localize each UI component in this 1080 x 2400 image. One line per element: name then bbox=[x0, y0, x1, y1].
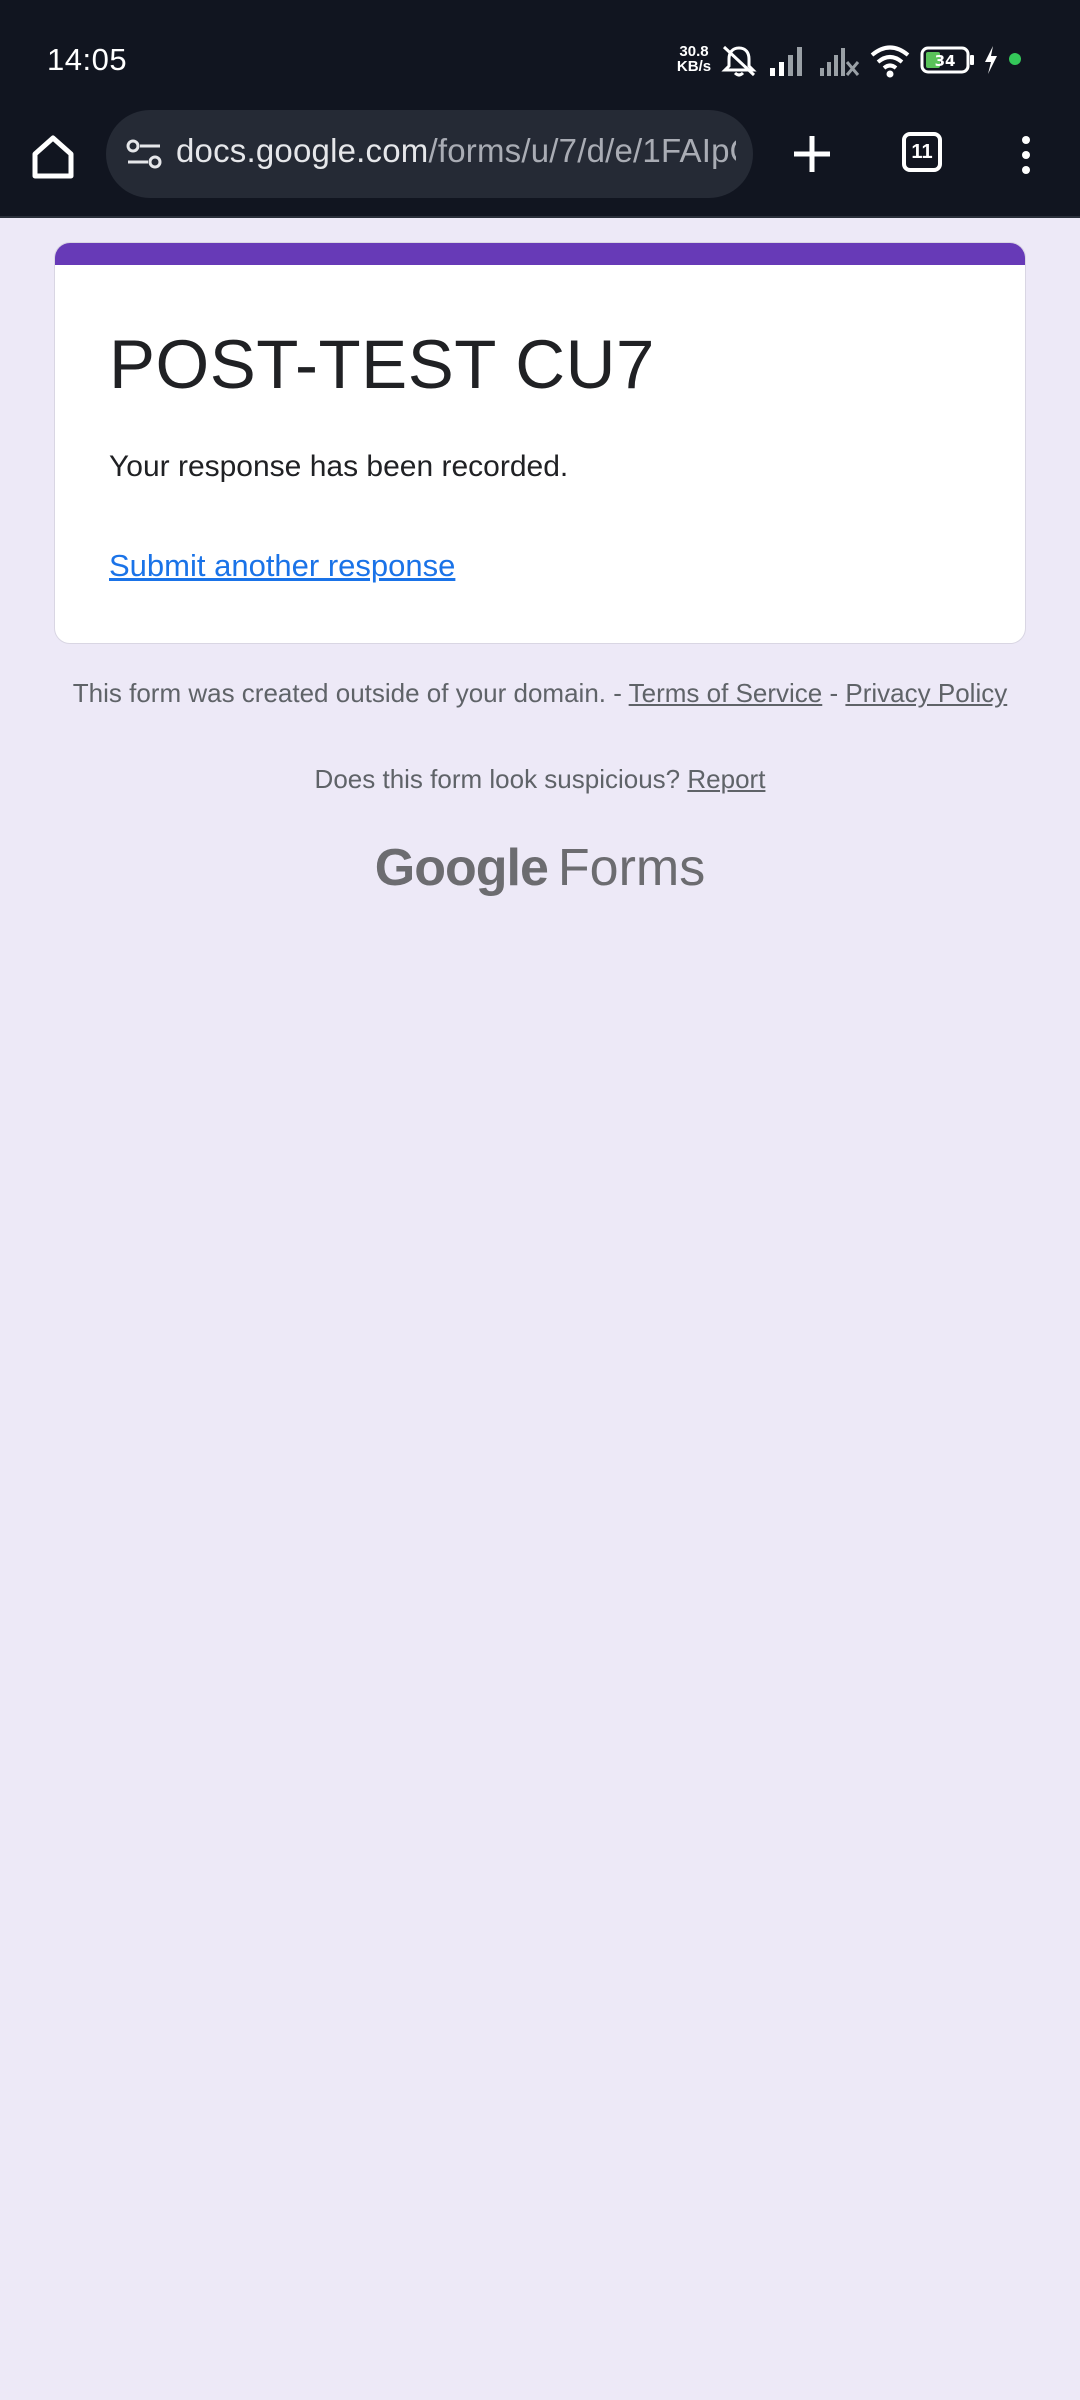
brand-forms: Forms bbox=[557, 839, 706, 897]
wifi-icon bbox=[870, 45, 910, 78]
url-path: /forms/u/7/d/e/1FAIpQLS bbox=[428, 132, 736, 169]
signal-no-sim-icon bbox=[820, 48, 860, 76]
domain-notice-text: This form was created outside of your do… bbox=[72, 678, 622, 708]
confirmation-message: Your response has been recorded. bbox=[109, 450, 569, 483]
more-vert-icon[interactable] bbox=[1014, 134, 1038, 176]
address-bar[interactable]: docs.google.com/forms/u/7/d/e/1FAIpQLS bbox=[106, 110, 753, 198]
url-text[interactable]: docs.google.com/forms/u/7/d/e/1FAIpQLS bbox=[176, 132, 736, 170]
url-host: docs.google.com bbox=[176, 132, 429, 169]
status-time: 14:05 bbox=[47, 42, 128, 77]
home-icon[interactable] bbox=[28, 132, 78, 182]
tabs-icon[interactable]: 11 bbox=[902, 132, 942, 172]
report-link[interactable]: Report bbox=[687, 764, 765, 794]
card-accent-bar bbox=[55, 243, 1025, 265]
domain-notice: This form was created outside of your do… bbox=[54, 678, 1026, 709]
google-forms-logo: Google Forms bbox=[0, 838, 1080, 898]
mute-icon bbox=[721, 45, 757, 77]
suspicious-text: Does this form look suspicious? bbox=[314, 764, 681, 794]
plus-icon[interactable] bbox=[788, 130, 836, 178]
suspicious-notice: Does this form look suspicious? Report bbox=[54, 764, 1026, 795]
battery-icon: 34 bbox=[920, 46, 974, 74]
confirmation-card: POST-TEST CU7 Your response has been rec… bbox=[54, 242, 1026, 644]
battery-level: 34 bbox=[935, 52, 956, 70]
footer-separator: - bbox=[829, 678, 839, 708]
submit-another-response-link[interactable]: Submit another response bbox=[109, 548, 455, 584]
charging-icon bbox=[985, 46, 997, 74]
browser-toolbar: docs.google.com/forms/u/7/d/e/1FAIpQLS 1… bbox=[0, 110, 1080, 218]
network-speed: 30.8 KB/s bbox=[670, 44, 718, 74]
form-title: POST-TEST CU7 bbox=[109, 326, 655, 403]
network-speed-value: 30.8 bbox=[679, 43, 709, 60]
brand-google: Google bbox=[374, 839, 549, 897]
network-speed-unit: KB/s bbox=[676, 58, 712, 75]
dot-icon bbox=[1009, 53, 1021, 65]
terms-of-service-link[interactable]: Terms of Service bbox=[629, 678, 823, 708]
privacy-policy-link[interactable]: Privacy Policy bbox=[845, 678, 1007, 708]
site-settings-icon[interactable] bbox=[124, 134, 164, 174]
signal-icon bbox=[770, 47, 802, 76]
status-bar: 14:05 30.8 KB/s 34 bbox=[0, 0, 1080, 110]
